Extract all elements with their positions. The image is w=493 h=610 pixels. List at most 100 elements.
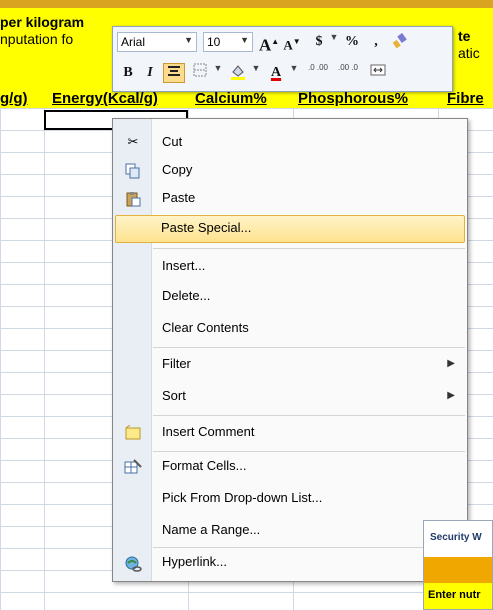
hyperlink-icon xyxy=(124,555,142,572)
percent-button[interactable]: % xyxy=(343,32,361,52)
menu-item-label: Filter xyxy=(162,356,191,371)
sheet-title-line2: nputation fo xyxy=(0,31,74,47)
menu-item-label: Paste xyxy=(162,190,196,205)
chevron-down-icon[interactable]: ▼ xyxy=(329,32,339,52)
menu-separator xyxy=(153,347,465,348)
chevron-down-icon[interactable]: ▼ xyxy=(213,63,223,83)
increase-decimal-button[interactable]: .0 .00 xyxy=(305,63,331,83)
security-window[interactable]: Security W Enter nutr xyxy=(423,520,493,610)
paste-icon xyxy=(124,191,142,207)
format-painter-icon xyxy=(392,33,407,49)
italic-button[interactable]: I xyxy=(141,63,159,83)
top-band xyxy=(0,0,493,8)
menu-item-label: Insert Comment xyxy=(162,424,255,439)
menu-item-label: Paste Special... xyxy=(161,220,252,235)
menu-item-label: Copy xyxy=(162,162,193,177)
menu-item-sort[interactable]: Sort ▶ xyxy=(115,383,465,411)
menu-item-filter[interactable]: Filter ▶ xyxy=(115,351,465,379)
mini-toolbar: Arial ▼ 10 ▼ A▲ A▼ $ ▼ % , B I ▼ ▼ A ▼ .… xyxy=(112,26,453,92)
menu-item-paste[interactable]: Paste xyxy=(115,185,465,213)
context-menu: ✂ Cut Copy Paste Paste Special... Insert… xyxy=(112,118,468,582)
font-color-icon: A xyxy=(270,65,282,80)
menu-item-insert-comment[interactable]: Insert Comment xyxy=(115,419,465,447)
shrink-font-label: A xyxy=(283,37,293,53)
font-color-button[interactable]: A xyxy=(265,63,287,83)
column-header-cell[interactable]: Calcium% xyxy=(195,90,267,107)
menu-item-label: Insert... xyxy=(162,258,206,273)
chevron-down-icon: ▼ xyxy=(240,35,249,45)
comment-icon xyxy=(124,424,142,441)
comma-button[interactable]: , xyxy=(369,32,383,52)
menu-item-label: Hyperlink... xyxy=(162,554,228,569)
currency-label: $ xyxy=(315,34,323,49)
menu-item-clear-contents[interactable]: Clear Contents xyxy=(115,315,465,343)
menu-item-cut[interactable]: ✂ Cut xyxy=(115,129,465,157)
menu-item-label: Clear Contents xyxy=(162,320,249,335)
percent-label: % xyxy=(345,34,359,49)
grow-font-button[interactable]: A▲ xyxy=(259,32,279,55)
sheet-title-right2: atic xyxy=(458,45,480,61)
menu-separator xyxy=(153,451,465,452)
menu-item-hyperlink[interactable]: Hyperlink... xyxy=(115,549,465,577)
font-size-value: 10 xyxy=(207,35,221,49)
chevron-down-icon[interactable]: ▼ xyxy=(251,63,261,83)
security-window-title: Security W xyxy=(430,532,482,543)
increase-decimal-label: .0 .00 xyxy=(307,63,328,72)
security-window-band xyxy=(424,557,492,583)
comma-label: , xyxy=(374,34,378,49)
font-size-combo[interactable]: 10 ▼ xyxy=(203,32,253,52)
font-name-combo[interactable]: Arial ▼ xyxy=(117,32,197,52)
currency-button[interactable]: $ xyxy=(311,32,327,52)
column-header-row: g/g) Energy(Kcal/g) Calcium% Phosphorous… xyxy=(0,90,493,109)
menu-item-insert[interactable]: Insert... xyxy=(115,253,465,281)
menu-item-pick-from-list[interactable]: Pick From Drop-down List... xyxy=(115,485,465,513)
format-cells-icon xyxy=(124,459,142,475)
submenu-arrow-icon: ▶ xyxy=(447,358,455,369)
menu-item-label: Pick From Drop-down List... xyxy=(162,490,323,505)
grid-column-line xyxy=(44,108,45,610)
menu-item-label: Cut xyxy=(162,134,183,149)
decrease-decimal-button[interactable]: .00 .0 xyxy=(335,63,361,83)
menu-item-label: Sort xyxy=(162,388,186,403)
security-window-body: Enter nutr xyxy=(424,583,492,609)
security-window-text: Enter nutr xyxy=(428,589,481,601)
font-name-value: Arial xyxy=(121,35,146,49)
bold-button[interactable]: B xyxy=(119,63,137,83)
column-header-cell[interactable]: Phosphorous% xyxy=(298,90,408,107)
menu-separator xyxy=(153,415,465,416)
center-align-button[interactable] xyxy=(163,63,185,83)
submenu-arrow-icon: ▶ xyxy=(447,390,455,401)
copy-icon xyxy=(124,163,142,179)
column-header-cell[interactable]: Energy(Kcal/g) xyxy=(52,90,158,107)
borders-icon xyxy=(193,63,207,77)
menu-separator xyxy=(153,248,465,249)
sheet-title-right1: te xyxy=(458,28,471,44)
menu-item-label: Name a Range... xyxy=(162,522,261,537)
decrease-decimal-label: .00 .0 xyxy=(337,63,358,72)
menu-item-paste-special[interactable]: Paste Special... xyxy=(115,215,465,243)
fill-color-icon xyxy=(231,65,245,80)
menu-item-label: Delete... xyxy=(162,288,211,303)
menu-item-format-cells[interactable]: Format Cells... xyxy=(115,453,465,481)
grow-font-label: A xyxy=(259,35,272,55)
chevron-down-icon: ▼ xyxy=(184,35,193,45)
bold-label: B xyxy=(123,65,133,80)
format-painter-button[interactable] xyxy=(389,32,411,52)
italic-label: I xyxy=(147,65,153,80)
sheet-title-line1: per kilogram xyxy=(0,14,85,30)
scissors-icon: ✂ xyxy=(127,135,139,150)
fill-color-button[interactable] xyxy=(227,63,249,83)
column-header-cell[interactable]: g/g) xyxy=(0,90,28,107)
merge-center-button[interactable] xyxy=(367,63,389,83)
merge-center-icon xyxy=(370,64,386,76)
menu-item-name-range[interactable]: Name a Range... xyxy=(115,517,465,545)
menu-separator xyxy=(153,547,465,548)
menu-item-copy[interactable]: Copy xyxy=(115,157,465,185)
menu-item-label: Format Cells... xyxy=(162,458,247,473)
chevron-down-icon[interactable]: ▼ xyxy=(289,63,299,83)
shrink-font-button[interactable]: A▼ xyxy=(283,32,301,52)
column-header-cell[interactable]: Fibre xyxy=(447,90,484,107)
align-center-icon xyxy=(168,66,180,76)
menu-item-delete[interactable]: Delete... xyxy=(115,283,465,311)
borders-button[interactable] xyxy=(189,63,211,83)
